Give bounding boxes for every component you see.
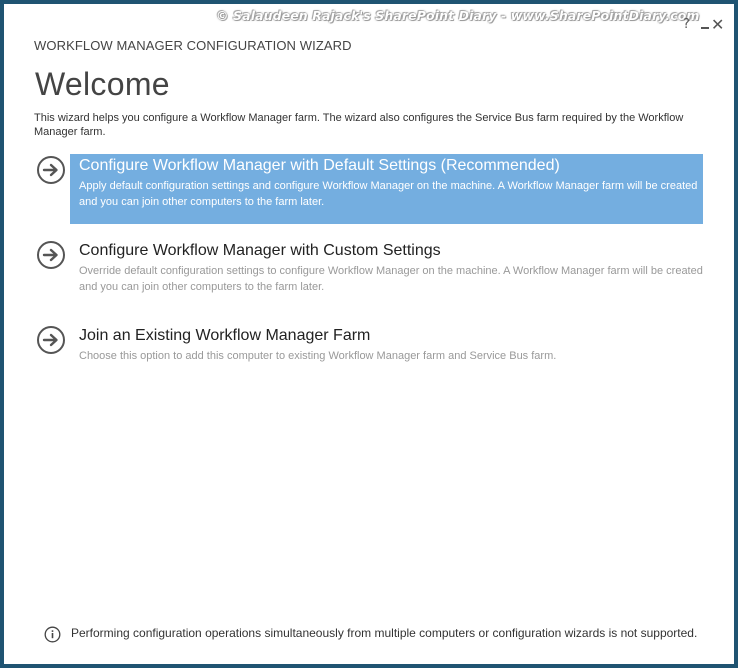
arrow-right-circle-icon [37,326,65,354]
intro-text: This wizard helps you configure a Workfl… [34,112,684,138]
option-description: Override default configuration settings … [79,265,703,293]
help-button[interactable]: ? [683,15,690,35]
option-default-settings[interactable]: Configure Workflow Manager with Default … [34,154,706,224]
option-panel: Configure Workflow Manager with Custom S… [70,239,703,309]
option-custom-settings[interactable]: Configure Workflow Manager with Custom S… [34,239,706,309]
option-title: Configure Workflow Manager with Custom S… [79,242,441,259]
option-title: Join an Existing Workflow Manager Farm [79,327,371,344]
option-panel: Configure Workflow Manager with Default … [70,154,703,224]
info-icon [44,626,61,643]
page-title: Welcome [35,66,170,102]
watermark-text: © Salaudeen Rajack's SharePoint Diary - … [216,8,700,23]
option-description: Apply default configuration settings and… [79,180,698,208]
footer-notice: Performing configuration operations simu… [44,624,724,644]
arrow-right-circle-icon [37,241,65,269]
option-join-existing-farm[interactable]: Join an Existing Workflow Manager Farm C… [34,324,706,394]
option-description: Choose this option to add this computer … [79,350,557,362]
minimize-icon [701,27,709,29]
wizard-title: WORKFLOW MANAGER CONFIGURATION WIZARD [34,38,352,53]
option-title: Configure Workflow Manager with Default … [79,157,560,174]
footer-note: Performing configuration operations simu… [71,626,698,640]
option-panel: Join an Existing Workflow Manager Farm C… [70,324,703,394]
arrow-right-circle-icon [37,156,65,184]
close-button[interactable]: ✕ [711,15,724,35]
wizard-window: © Salaudeen Rajack's SharePoint Diary - … [0,0,738,668]
